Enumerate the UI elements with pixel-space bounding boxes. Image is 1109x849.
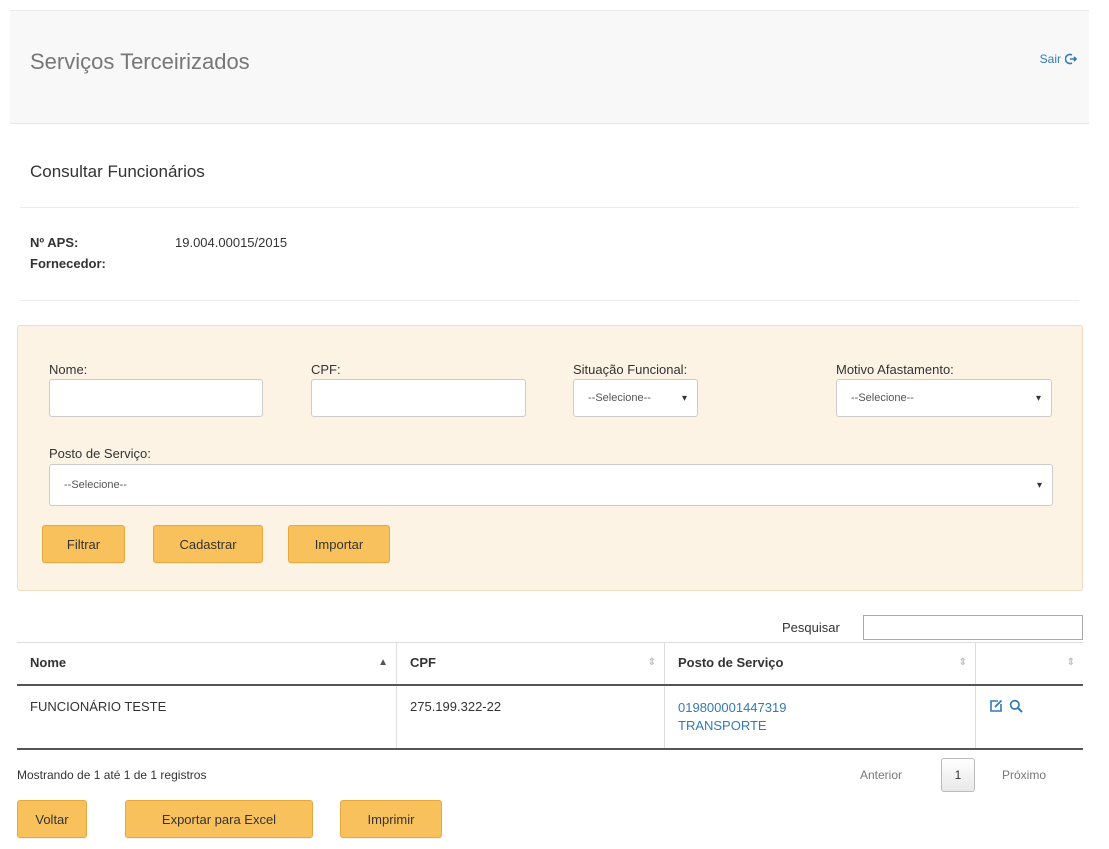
table-row: FUNCIONÁRIO TESTE 275.199.322-22 0198000…: [17, 686, 1083, 750]
sort-icon: ⇕: [647, 657, 656, 668]
back-button[interactable]: Voltar: [17, 800, 87, 838]
leave-selected: --Selecione--: [851, 392, 914, 404]
search-input[interactable]: [863, 615, 1083, 640]
cpf-input[interactable]: [311, 379, 526, 417]
records-summary: Mostrando de 1 até 1 de 1 registros: [17, 768, 207, 782]
status-select[interactable]: --Selecione-- ▾: [573, 379, 698, 417]
leave-label: Motivo Afastamento:: [836, 362, 954, 377]
column-header-post[interactable]: Posto de Serviço ⇕: [665, 643, 976, 684]
import-button[interactable]: Importar: [288, 525, 390, 563]
name-label: Nome:: [49, 362, 88, 377]
filter-button[interactable]: Filtrar: [42, 525, 125, 563]
supplier-label: Fornecedor:: [30, 256, 106, 271]
pagination-previous[interactable]: Anterior: [860, 768, 902, 782]
logout-label: Sair: [1039, 52, 1061, 66]
status-selected: --Selecione--: [588, 392, 651, 404]
pagination-page[interactable]: 1: [941, 758, 975, 792]
column-header-name[interactable]: Nome ▲: [17, 643, 397, 684]
status-label: Situação Funcional:: [573, 362, 688, 377]
cpf-label: CPF:: [311, 362, 341, 377]
app-title: Serviços Terceirizados: [30, 49, 250, 74]
table-header: Nome ▲ CPF ⇕ Posto de Serviço ⇕ ⇕: [17, 642, 1083, 686]
sort-icon: ⇕: [1066, 657, 1075, 668]
aps-value: 19.004.00015/2015: [175, 235, 288, 250]
logout-link[interactable]: Sair: [1040, 52, 1077, 66]
divider: [20, 207, 1079, 208]
search-icon[interactable]: [1009, 699, 1023, 713]
cell-actions: [976, 686, 1083, 748]
edit-icon[interactable]: [989, 699, 1003, 713]
caret-icon: ▾: [1036, 480, 1042, 491]
print-button[interactable]: Imprimir: [340, 800, 442, 838]
column-header-cpf[interactable]: CPF ⇕: [397, 643, 665, 684]
post-selected: --Selecione--: [64, 479, 127, 491]
app-header: Serviços Terceirizados Sair: [10, 11, 1089, 124]
cell-name: FUNCIONÁRIO TESTE: [17, 686, 397, 748]
column-header-actions[interactable]: ⇕: [976, 643, 1083, 684]
leave-select[interactable]: --Selecione-- ▾: [836, 379, 1052, 417]
sort-asc-icon: ▲: [378, 657, 388, 668]
column-label: Nome: [30, 655, 67, 670]
post-code-link[interactable]: 019800001447319: [678, 699, 975, 717]
filter-panel: Nome: CPF: Situação Funcional: --Selecio…: [17, 325, 1083, 591]
caret-icon: ▾: [681, 393, 687, 404]
sort-icon: ⇕: [958, 657, 967, 668]
cell-cpf: 275.199.322-22: [397, 686, 665, 748]
register-button[interactable]: Cadastrar: [153, 525, 263, 563]
export-excel-button[interactable]: Exportar para Excel: [125, 800, 313, 838]
divider: [20, 300, 1079, 301]
column-label: Posto de Serviço: [678, 655, 784, 670]
logout-icon: [1065, 53, 1077, 65]
aps-label: Nº APS:: [30, 235, 79, 250]
post-label: Posto de Serviço:: [49, 446, 151, 461]
post-name-link[interactable]: TRANSPORTE: [678, 717, 975, 735]
search-label: Pesquisar: [782, 620, 840, 635]
name-input[interactable]: [49, 379, 263, 417]
post-select[interactable]: --Selecione-- ▾: [49, 464, 1053, 506]
column-label: CPF: [410, 655, 436, 670]
pagination-next[interactable]: Próximo: [1002, 768, 1046, 782]
caret-icon: ▾: [1035, 393, 1041, 404]
cell-post: 019800001447319 TRANSPORTE: [665, 686, 976, 748]
page-title: Consultar Funcionários: [30, 162, 205, 181]
